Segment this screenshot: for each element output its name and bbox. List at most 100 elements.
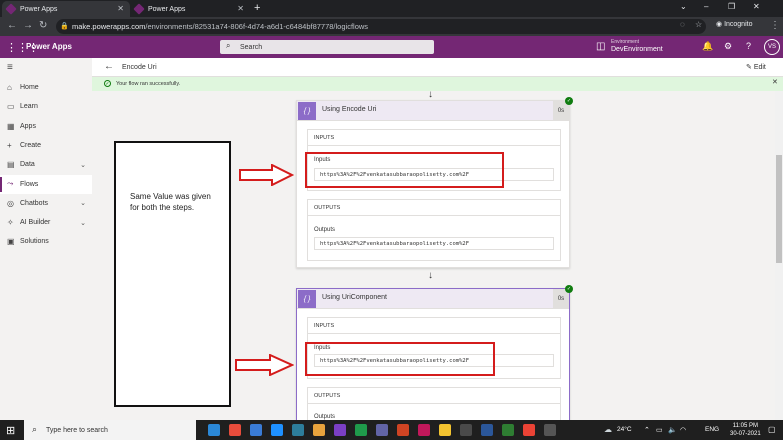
connector-arrow-icon: ↓ (428, 270, 433, 281)
notification-bell-icon[interactable]: 🔔 (702, 41, 713, 52)
expression-icon: { } (298, 290, 316, 308)
solutions-icon: ▣ (7, 237, 15, 247)
browser-menu-icon[interactable]: ⋮ (770, 20, 780, 31)
sidebar-item-data[interactable]: ▤ Data ⌄ (0, 155, 92, 174)
sidebar-item-create[interactable]: + Create (0, 136, 92, 155)
sidebar-item-label: Create (20, 141, 42, 149)
taskbar-app-icon[interactable] (292, 424, 304, 436)
star-icon[interactable]: ☆ (695, 20, 702, 29)
tray-chevron-icon[interactable]: ⌃ (644, 426, 650, 434)
wifi-icon[interactable]: ◠ (680, 426, 686, 434)
taskbar-clock[interactable]: 11:05 PM 30-07-2021 (730, 422, 761, 438)
tab-close-icon[interactable]: ✕ (237, 4, 244, 13)
close-banner-icon[interactable]: ✕ (772, 78, 778, 86)
taskbar-search-input[interactable]: ⌕ Type here to search (24, 420, 196, 440)
incognito-indicator[interactable]: ◉ Incognito (716, 20, 752, 28)
taskbar-app-icon[interactable] (250, 424, 262, 436)
taskbar-app-icon[interactable] (376, 424, 388, 436)
sidebar-item-flows[interactable]: ⤳ Flows (0, 174, 92, 194)
taskbar-app-icon[interactable] (271, 424, 283, 436)
reload-icon[interactable]: ↻ (39, 20, 47, 31)
taskbar-app-icon[interactable] (544, 424, 556, 436)
environment-icon: ◫ (596, 41, 606, 52)
sidebar-item-chatbots[interactable]: ◎ Chatbots ⌄ (0, 194, 92, 213)
power-apps-favicon-icon (5, 3, 17, 15)
sidebar-item-solutions[interactable]: ▣ Solutions (0, 232, 92, 251)
action-card-header[interactable]: { } Using UriComponent 0s ✓ (297, 285, 573, 309)
windows-start-icon[interactable]: ⊞ (6, 424, 15, 437)
taskbar-app-icon[interactable] (439, 424, 451, 436)
new-tab-button[interactable]: + (254, 2, 260, 14)
sidebar-item-apps[interactable]: ▦ Apps (0, 117, 92, 136)
taskbar-app-icon[interactable] (313, 424, 325, 436)
sidebar-item-home[interactable]: ⌂ Home (0, 78, 92, 97)
restore-button[interactable]: ❐ (728, 2, 735, 11)
success-banner: ✓ Your flow ran successfully. ✕ (92, 77, 783, 91)
sidebar-item-learn[interactable]: ▭ Learn (0, 97, 92, 116)
chevron-down-icon[interactable]: ⌄ (80, 199, 86, 207)
close-window-button[interactable]: ✕ (753, 2, 760, 11)
chevron-down-icon[interactable]: ⌄ (80, 219, 86, 227)
lock-icon[interactable]: 🔒 (60, 22, 69, 30)
success-check-icon: ✓ (104, 80, 111, 87)
network-icon[interactable]: ▭ (656, 426, 663, 434)
notification-center-icon[interactable]: ▢ (768, 425, 776, 434)
search-input[interactable]: ⌕ Search (220, 40, 434, 54)
tab-search-icon[interactable]: ⌄ (680, 2, 687, 11)
eye-off-icon[interactable]: ◌ (680, 20, 685, 29)
collapse-menu-icon[interactable]: ≡ (7, 62, 13, 73)
action-card-header[interactable]: { } Using Encode Uri 0s ✓ (297, 97, 573, 121)
environment-name[interactable]: DevEnvironment (611, 46, 663, 53)
chatbot-icon: ◎ (7, 198, 14, 208)
edit-pencil-icon: ✎ (746, 64, 754, 71)
sidebar-item-label: Solutions (20, 238, 49, 246)
forward-icon[interactable]: → (23, 20, 33, 31)
taskbar-app-icon[interactable] (355, 424, 367, 436)
app-title[interactable]: Power Apps (26, 42, 72, 51)
taskbar-app-icon[interactable] (397, 424, 409, 436)
help-icon[interactable]: ? (746, 41, 751, 51)
back-icon[interactable]: ← (7, 20, 17, 31)
inputs-header: INPUTS (308, 318, 560, 334)
browser-tab-power-apps-2[interactable]: Power Apps ✕ (130, 1, 250, 17)
back-arrow-icon[interactable]: ← (104, 61, 114, 72)
outputs-header: OUTPUTS (308, 388, 560, 404)
tab-label: Power Apps (20, 5, 58, 13)
outputs-header: OUTPUTS (308, 200, 560, 216)
input-language[interactable]: ENG (705, 426, 719, 433)
taskbar-app-icon[interactable] (229, 424, 241, 436)
taskbar-app-icon[interactable] (208, 424, 220, 436)
edit-button[interactable]: ✎ Edit (746, 63, 766, 71)
environment-label: Environment (611, 39, 640, 45)
home-icon: ⌂ (7, 83, 12, 92)
sidebar-item-label: Data (20, 161, 35, 169)
taskbar-app-icon[interactable] (523, 424, 535, 436)
apps-icon: ▦ (7, 121, 15, 131)
minimize-button[interactable]: – (704, 2, 708, 11)
incognito-icon: ◉ (716, 21, 725, 28)
taskbar-app-icon[interactable] (502, 424, 514, 436)
outputs-value[interactable]: https%3A%2F%2Fvenkatasubbaraopolisetty.c… (314, 237, 554, 250)
taskbar-app-icon[interactable] (460, 424, 472, 436)
taskbar-app-icon[interactable] (481, 424, 493, 436)
sidebar-item-ai-builder[interactable]: ✧ AI Builder ⌄ (0, 213, 92, 232)
weather-temperature[interactable]: 24°C (617, 426, 632, 433)
chevron-down-icon[interactable]: ⌄ (80, 161, 86, 169)
scrollbar-thumb[interactable] (776, 155, 782, 263)
clock-date: 30-07-2021 (730, 431, 761, 437)
taskbar-app-icon[interactable] (334, 424, 346, 436)
avatar[interactable]: VS (764, 39, 780, 55)
power-apps-header: ⋮⋮⋮ Power Apps ⌕ Search ◫ Environment De… (0, 36, 783, 58)
tab-label: Power Apps (148, 5, 186, 13)
settings-gear-icon[interactable]: ⚙ (724, 41, 732, 52)
clock-time: 11:05 PM (732, 423, 758, 429)
connector-arrow-icon: ↓ (428, 89, 433, 100)
tab-close-icon[interactable]: ✕ (117, 4, 124, 13)
page-title: Encode Uri (122, 64, 157, 71)
volume-icon[interactable]: 🔈 (668, 426, 677, 434)
address-bar[interactable]: 🔒 make.powerapps.com/environments/82531a… (56, 19, 706, 34)
browser-tab-power-apps-1[interactable]: Power Apps ✕ (2, 1, 130, 17)
sidebar-item-label: Chatbots (20, 199, 49, 207)
taskbar-app-icon[interactable] (418, 424, 430, 436)
action-title: Using UriComponent (322, 294, 387, 301)
